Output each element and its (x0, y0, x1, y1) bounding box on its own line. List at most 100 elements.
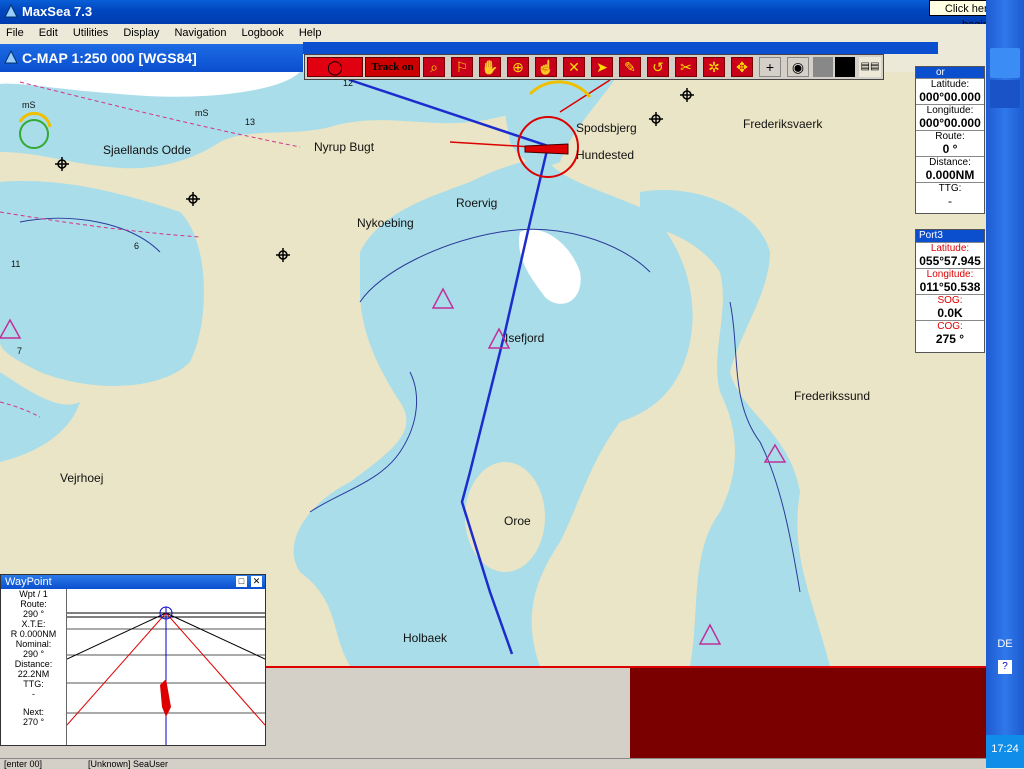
taskbar: DE ? 17:24 (986, 0, 1024, 768)
wp-xte-value: R 0.000NM (10, 629, 57, 639)
port-longitude-label: Longitude: (916, 268, 984, 280)
app-title-bar: MaxSea 7.3 (0, 0, 986, 24)
taskbar-app-maxsea[interactable] (990, 48, 1020, 78)
nav-distance-value: 0.000NM (925, 168, 975, 182)
sounding-11: 11 (11, 259, 21, 269)
nav-panel-header: or (916, 67, 984, 78)
nav-latitude-label: Latitude: (916, 78, 984, 90)
app-title: MaxSea 7.3 (22, 4, 93, 19)
place-holbaek: Holbaek (403, 631, 448, 645)
nav-longitude-value: 000°00.000 (919, 116, 981, 130)
place-nykoebing: Nykoebing (357, 216, 414, 230)
wp-route-value: 290 ° (22, 609, 45, 619)
nav-route-label: Route: (916, 130, 984, 142)
place-isefjord: Isefjord (505, 331, 545, 345)
taskbar-app-2[interactable] (990, 80, 1020, 108)
highway-view (67, 606, 265, 745)
wp-next-label: Next: (22, 707, 44, 717)
wp-route-label: Route: (20, 599, 47, 609)
compass-icon[interactable]: ⚐ (451, 57, 473, 77)
nav-ttg-label: TTG: (916, 182, 984, 194)
sounding-ms-2: mS (195, 108, 209, 118)
waypoint-title: WayPoint (5, 576, 52, 588)
track-on-button[interactable]: Track on (365, 57, 420, 77)
wp-ttg-value: - (32, 689, 35, 699)
port3-panel: Port3 Latitude: 055°57.945 Longitude: 01… (915, 229, 985, 353)
place-roervig: Roervig (456, 196, 498, 210)
status-bar: [enter 00] [Unknown] SeaUser (0, 758, 986, 769)
port-longitude-value: 011°50.538 (919, 280, 981, 294)
menu-display[interactable]: Display (117, 24, 165, 42)
chart-window-icon (4, 50, 18, 64)
target-icon[interactable]: ◉ (787, 57, 809, 77)
waypoint-data-column: Wpt / 1 Route: 290 ° X.T.E: R 0.000NM No… (1, 589, 67, 745)
sounding-7: 7 (17, 346, 23, 356)
place-vejrhoej: Vejrhoej (60, 471, 104, 485)
wp-ttg-label: TTG: (23, 679, 44, 689)
grab-icon[interactable]: ☝ (535, 57, 557, 77)
wp-next-value: 270 ° (22, 717, 45, 727)
port-cog-label: COG: (916, 320, 984, 332)
waypoint-index: Wpt / 1 (19, 589, 48, 599)
port-latitude-value: 055°57.945 (919, 254, 981, 268)
wp-distance-value: 22.2NM (17, 669, 50, 679)
menu-help[interactable]: Help (293, 24, 328, 42)
pointer-icon[interactable]: ➤ (591, 57, 613, 77)
language-indicator[interactable]: DE (986, 638, 1024, 650)
maximize-icon[interactable]: □ (236, 576, 247, 587)
waypoint-edit-icon[interactable]: ✲ (703, 57, 725, 77)
move-icon[interactable]: ✥ (731, 57, 753, 77)
sounding-6: 6 (134, 241, 140, 251)
vessel-icon (524, 143, 569, 155)
menu-file[interactable]: File (0, 24, 30, 42)
system-clock[interactable]: 17:24 (986, 735, 1024, 768)
menu-navigation[interactable]: Navigation (168, 24, 232, 42)
place-sjaellands-odde: Sjaellands Odde (103, 143, 192, 157)
nav-distance-label: Distance: (916, 156, 984, 168)
port3-header: Port3 (916, 230, 984, 242)
nav-route-value: 0 ° (942, 142, 958, 156)
port-sog-label: SOG: (916, 294, 984, 306)
chart-window-title-bar: C-MAP 1:250 000 [WGS84] (0, 44, 303, 72)
pan-hand-icon[interactable]: ✋ (479, 57, 501, 77)
place-frederikssund: Frederikssund (794, 389, 871, 403)
center-target-icon[interactable]: ⊕ (507, 57, 529, 77)
scissors-icon[interactable]: ✂ (675, 57, 697, 77)
place-frederiksvaerk: Frederiksvaerk (743, 117, 823, 131)
window-layout-icon[interactable]: ▤▤ (859, 57, 881, 77)
close-icon[interactable]: ✕ (251, 576, 262, 587)
color-swatch-gray[interactable] (813, 57, 833, 77)
vessel-icon-small (160, 679, 171, 717)
nav-longitude-label: Longitude: (916, 104, 984, 116)
pencil-icon[interactable]: ✎ (619, 57, 641, 77)
wp-nominal-value: 290 ° (22, 649, 45, 659)
sounding-ms: mS (22, 100, 36, 110)
wp-xte-label: X.T.E: (21, 619, 46, 629)
help-icon[interactable]: ? (998, 660, 1012, 674)
measure-icon[interactable]: ✕ (563, 57, 585, 77)
menu-edit[interactable]: Edit (33, 24, 64, 42)
menu-bar: File Edit Utilities Display Navigation L… (0, 24, 986, 42)
chart-window-title: C-MAP 1:250 000 [WGS84] (22, 50, 197, 66)
color-swatch-black[interactable] (835, 57, 855, 77)
nav-latitude-value: 000°00.000 (919, 90, 981, 104)
waypoint-window[interactable]: WayPoint □ ✕ Wpt / 1 Route: 290 ° X.T.E:… (0, 574, 266, 746)
menu-logbook[interactable]: Logbook (236, 24, 290, 42)
place-oroe: Oroe (504, 514, 531, 528)
chart-window-title-bar-ext (303, 42, 938, 54)
place-spodsbjerg: Spodsbjerg (576, 121, 637, 135)
wp-nominal-label: Nominal: (15, 639, 52, 649)
port-cog-value: 275 ° (935, 332, 965, 346)
chart-toolbar: ◯ Track on ⌕ ⚐ ✋ ⊕ ☝ ✕ ➤ ✎ ↺ ✂ ✲ ✥ + ◉ ▤… (304, 54, 884, 80)
record-button[interactable]: ◯ (307, 57, 363, 77)
navigation-panel: or Latitude: 000°00.000 Longitude: 000°0… (915, 66, 985, 214)
zoom-icon[interactable]: ⌕ (423, 57, 445, 77)
cursor-cross-icon[interactable]: + (759, 57, 781, 77)
menu-utilities[interactable]: Utilities (67, 24, 114, 42)
port-sog-value: 0.0K (937, 306, 963, 320)
route-icon[interactable]: ↺ (647, 57, 669, 77)
clock-time: 17:24 (991, 743, 1019, 755)
place-nyrup-bugt: Nyrup Bugt (314, 140, 375, 154)
sounding-13: 13 (245, 117, 256, 127)
bottom-alarm-pane (630, 666, 986, 760)
